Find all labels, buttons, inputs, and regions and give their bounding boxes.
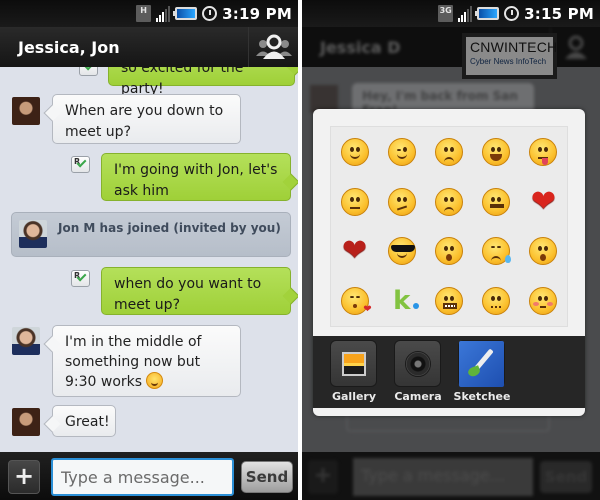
signal-strength-icon [156, 5, 171, 22]
avatar-jon[interactable] [12, 327, 40, 355]
hspa-data-icon: H [136, 5, 152, 22]
attach-button[interactable]: + [8, 460, 40, 494]
group-people-icon [564, 35, 587, 59]
grimace-emoji-icon[interactable] [434, 287, 463, 316]
attach-gallery-button[interactable]: Gallery [330, 340, 378, 408]
compose-bar-dimmed: + Type a message... Send [302, 452, 600, 500]
message-bubble-outgoing[interactable]: I'm going with Jon, let's ask him [101, 153, 291, 201]
message-text: when do you want to meet up? [114, 276, 262, 313]
group-members-button[interactable] [248, 27, 298, 67]
attachment-bar: Gallery Camera Sketchee [313, 336, 585, 408]
title-bar: Jessica, Jon [0, 27, 298, 67]
group-people-icon [255, 34, 292, 59]
embarrassed-emoji-icon[interactable] [434, 237, 463, 266]
alarm-clock-icon [504, 6, 520, 21]
avatar-jon [19, 220, 47, 248]
attach-camera-button[interactable]: Camera [394, 340, 442, 408]
system-message-text: Jon M has joined (invited by you) [58, 221, 281, 235]
watermark-title: CNWINTECH [470, 39, 558, 55]
message-text: I'm in the middle of something now but 9… [65, 334, 202, 390]
avatar-jessica[interactable] [12, 97, 40, 125]
wink-emoji-icon[interactable] [387, 137, 416, 166]
attach-sketchee-button[interactable]: Sketchee [454, 340, 510, 408]
worried-emoji-icon[interactable] [434, 137, 463, 166]
message-text: When are you down to meet up? [65, 103, 224, 140]
sweat-emoji-icon[interactable] [482, 237, 512, 266]
wavy-mouth-emoji-icon[interactable] [482, 287, 511, 316]
message-input[interactable] [51, 458, 234, 496]
message-text: I'm going with Jon, let's ask him [114, 162, 278, 199]
attach-label: Gallery [331, 390, 377, 403]
alarm-clock-icon [202, 6, 218, 21]
camera-icon [404, 350, 431, 377]
broken-heart-emoji-icon[interactable]: ❤ [342, 236, 367, 266]
3g-data-icon: 3G [438, 5, 454, 22]
message-bubble-incoming[interactable]: I'm in the middle of something now but 9… [52, 325, 241, 397]
heart-emoji-icon[interactable]: ❤ [531, 186, 556, 217]
zipped-mouth-emoji-icon[interactable] [482, 187, 511, 216]
watermark-subtitle: Cyber News InfoTech [470, 57, 547, 66]
message-bubble-incoming[interactable]: When are you down to meet up? [52, 94, 241, 144]
system-message-joined: Jon M has joined (invited by you) [11, 212, 291, 257]
watermark: CNWINTECH Cyber News InfoTech [462, 33, 557, 79]
kik-logo-icon[interactable]: k [393, 287, 420, 315]
attach-button: + [308, 460, 338, 494]
gallery-icon [341, 351, 366, 376]
read-receipt-icon: R [71, 156, 90, 173]
smile-emoji-icon[interactable] [340, 137, 369, 166]
message-text: Great! [65, 414, 110, 430]
sketchee-icon [459, 340, 504, 387]
chat-screen-left: H 3:19 PM Jessica, Jon so excited for th… [0, 0, 298, 500]
message-bubble-outgoing[interactable]: so excited for the party! [108, 67, 295, 97]
compose-bar: + Send [0, 452, 298, 500]
read-receipt-icon: R [71, 270, 90, 287]
send-button: Send [540, 461, 592, 493]
surprised-emoji-icon[interactable] [529, 237, 558, 266]
blush-sad-emoji-icon[interactable] [529, 287, 558, 316]
status-bar: H 3:19 PM [0, 0, 298, 27]
smile-emoji-icon [146, 372, 164, 389]
message-input: Type a message... [353, 458, 533, 496]
tongue-out-emoji-icon[interactable] [529, 137, 558, 166]
grin-emoji-icon[interactable] [482, 137, 511, 166]
signal-strength-icon [458, 5, 473, 22]
attachment-emoji-popup: ❤ ❤ ❤ k Gallery Camera Sketchee [313, 109, 585, 416]
group-members-button [550, 27, 600, 67]
status-time: 3:15 PM [524, 4, 594, 23]
conversation-title: Jessica, Jon [18, 37, 120, 57]
angry-emoji-icon[interactable] [434, 187, 463, 216]
sunglasses-emoji-icon[interactable] [387, 237, 416, 266]
chat-screen-right: 3G 3:15 PM Jessica D CNWINTECH Cyber New… [302, 0, 600, 500]
kiss-emoji-icon[interactable]: ❤ [340, 287, 372, 316]
message-bubble-incoming[interactable]: Great! [52, 405, 116, 437]
neutral-emoji-icon[interactable] [340, 187, 369, 216]
delivered-receipt-icon [79, 67, 98, 76]
send-button[interactable]: Send [241, 461, 293, 493]
battery-icon [173, 7, 198, 20]
confused-emoji-icon[interactable] [387, 187, 416, 216]
emoji-grid: ❤ ❤ ❤ k [330, 126, 568, 327]
avatar-jessica[interactable] [12, 408, 40, 436]
status-bar: 3G 3:15 PM [302, 0, 600, 27]
attach-label: Sketchee [453, 390, 511, 403]
status-time: 3:19 PM [222, 4, 292, 23]
battery-icon [475, 7, 500, 20]
message-text: so excited for the party! [121, 67, 244, 97]
attach-label: Camera [394, 390, 442, 403]
message-bubble-outgoing[interactable]: when do you want to meet up? [101, 267, 291, 315]
message-list[interactable]: so excited for the party! When are you d… [0, 67, 298, 452]
